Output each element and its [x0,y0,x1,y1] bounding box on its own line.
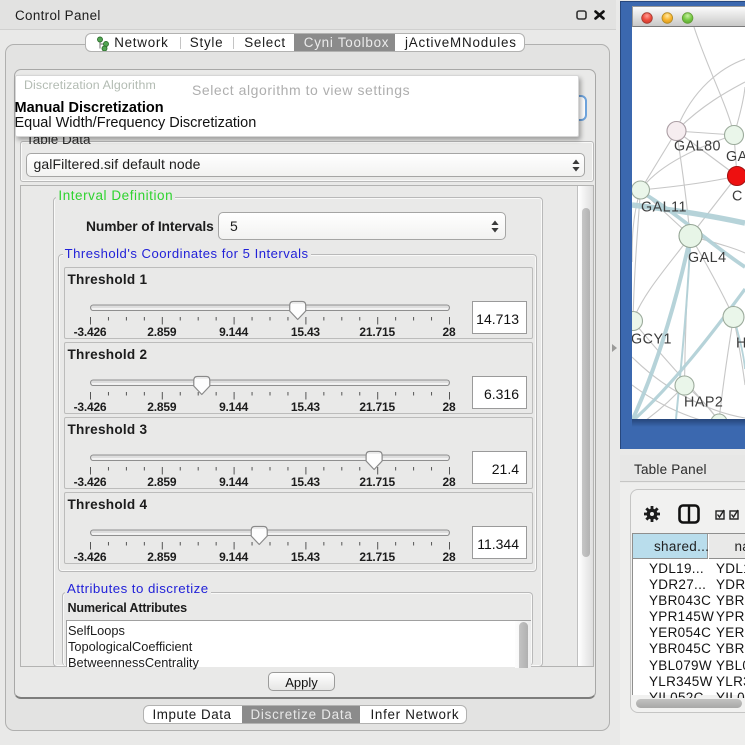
svg-text:HAP2: HAP2 [684,395,723,411]
svg-text:H: H [736,336,745,352]
svg-text:GAL11: GAL11 [641,200,687,216]
svg-text:GA: GA [726,149,745,165]
svg-text:C: C [732,189,743,205]
svg-text:GAL4: GAL4 [688,250,727,266]
svg-text:GAL80: GAL80 [674,139,721,155]
svg-text:GCY1: GCY1 [632,332,672,348]
